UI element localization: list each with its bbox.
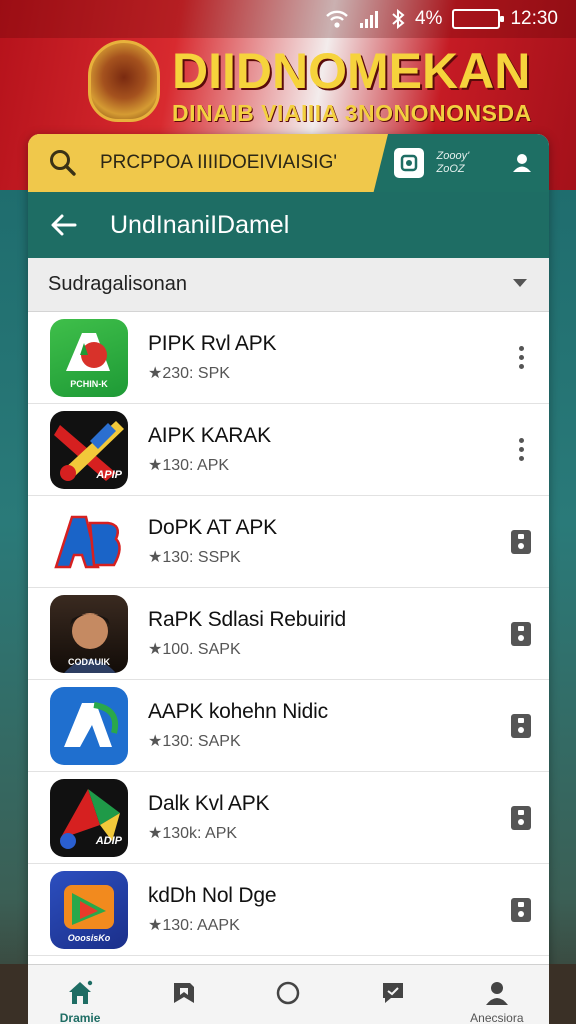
download-button[interactable] (501, 614, 541, 654)
app-icon: AB (50, 502, 128, 581)
app-rating: ★130: SSPK (148, 549, 241, 566)
chevron-down-icon (511, 276, 529, 294)
app-list: PCHIN-K PIPK Rvl APK ★230: SPK APIP AIPK… (28, 312, 549, 956)
download-icon (511, 529, 531, 554)
category-label: Sudragalisonan (48, 273, 187, 295)
nav-label: Dramie (59, 1011, 101, 1024)
search-actions: Zoooy' ZoOZ (388, 134, 549, 192)
kebab-menu-icon (518, 438, 524, 461)
category-dropdown[interactable]: Sudragalisonan (28, 258, 549, 312)
scan-button[interactable] (394, 148, 424, 178)
app-name: PIPK Rvl APK (148, 332, 277, 355)
status-time: 12:30 (510, 8, 558, 29)
app-icon: ADIP (50, 778, 128, 857)
app-icon-label: PCHIN-K (70, 378, 108, 389)
download-button[interactable] (501, 890, 541, 930)
app-name: kdDh Nol Dge (148, 884, 277, 907)
nav-library[interactable] (132, 965, 236, 1011)
nav-home[interactable]: Dramie (28, 965, 132, 1024)
app-name: AIPK KARAK (148, 424, 271, 447)
list-item[interactable]: A AAPK kohehn Nidic ★130: SAPK (28, 680, 549, 772)
list-item[interactable]: ADIP Dalk Kvl APK ★130k: APK (28, 772, 549, 864)
banner-subtitle: DINAIB VIAIIIA 3NONONONSDA (172, 100, 532, 126)
search-aux-text: Zoooy' ZoOZ (436, 150, 470, 175)
list-item[interactable]: AB DoPK AT APK ★130: SSPK (28, 496, 549, 588)
app-icon: A (50, 686, 128, 765)
status-bar: 4% 12:30 (0, 0, 576, 38)
banner-title: DIIDNOMEKAN (172, 43, 531, 99)
wifi-icon (325, 9, 349, 29)
scan-icon (400, 154, 418, 172)
download-button[interactable] (501, 706, 541, 746)
app-rating: ★130: APK (148, 457, 230, 474)
bookmark-icon (170, 979, 198, 1007)
app-card: PRCPPOA IIIIDOEIVIAISIG' Zoooy' ZoOZ Und… (28, 134, 549, 1024)
circle-icon (274, 979, 302, 1007)
app-rating: ★130: AAPK (148, 917, 240, 934)
profile-icon (483, 979, 511, 1007)
app-name: DoPK AT APK (148, 516, 277, 539)
app-name: RaPK Sdlasi Rebuirid (148, 608, 346, 631)
search-icon (48, 148, 78, 178)
signal-icon (359, 9, 381, 29)
more-options-button[interactable] (501, 338, 541, 378)
toolbar: UndInaniIDamel (28, 192, 549, 258)
app-rating: ★130k: APK (148, 825, 238, 842)
bottom-nav: Dramie Anecsiora (28, 964, 549, 1024)
right-edge (549, 964, 576, 1024)
page-title: UndInaniIDamel (110, 210, 290, 239)
download-icon (511, 621, 531, 646)
search-input[interactable]: PRCPPOA IIIIDOEIVIAISIG' (28, 134, 388, 192)
app-icon-label: CODAUIK (68, 656, 110, 667)
app-icon: PCHIN-K (50, 318, 128, 397)
app-rating: ★100. SAPK (148, 641, 241, 658)
nav-profile[interactable]: Anecsiora (445, 965, 549, 1024)
left-edge (0, 964, 28, 1024)
app-icon: APIP (50, 410, 128, 489)
list-item[interactable]: PCHIN-K PIPK Rvl APK ★230: SPK (28, 312, 549, 404)
bluetooth-icon (391, 9, 405, 29)
search-bar: PRCPPOA IIIIDOEIVIAISIG' Zoooy' ZoOZ (28, 134, 549, 192)
kebab-menu-icon (518, 346, 524, 369)
download-icon (511, 805, 531, 830)
more-options-button[interactable] (501, 430, 541, 470)
home-icon (66, 979, 94, 1007)
app-name: AAPK kohehn Nidic (148, 700, 328, 723)
download-button[interactable] (501, 522, 541, 562)
search-placeholder: PRCPPOA IIIIDOEIVIAISIG' (100, 152, 337, 173)
battery-icon (452, 9, 505, 29)
app-icon-label: ADIP (95, 834, 122, 847)
download-button[interactable] (501, 798, 541, 838)
download-icon (511, 713, 531, 738)
list-item[interactable]: OoosisKo kdDh Nol Dge ★130: AAPK (28, 864, 549, 956)
app-rating: ★230: SPK (148, 365, 230, 382)
nav-messages[interactable] (341, 965, 445, 1011)
garuda-emblem-icon (88, 40, 160, 122)
list-item[interactable]: APIP AIPK KARAK ★130: APK (28, 404, 549, 496)
list-item[interactable]: CODAUIK RaPK Sdlasi Rebuirid ★100. SAPK (28, 588, 549, 680)
battery-percent: 4% (414, 8, 443, 29)
app-name: Dalk Kvl APK (148, 792, 270, 815)
nav-label: Anecsiora (470, 1011, 524, 1024)
back-arrow-icon[interactable] (48, 209, 80, 241)
app-icon: CODAUIK (50, 594, 128, 673)
app-icon-label: OoosisKo (67, 932, 111, 943)
download-icon (511, 897, 531, 922)
app-icon-label: APIP (96, 468, 122, 481)
nav-discover[interactable] (236, 965, 340, 1011)
app-icon: OoosisKo (50, 870, 128, 949)
chat-icon (379, 979, 407, 1007)
app-rating: ★130: SAPK (148, 733, 241, 750)
account-button[interactable] (507, 148, 537, 178)
account-icon (513, 154, 531, 172)
